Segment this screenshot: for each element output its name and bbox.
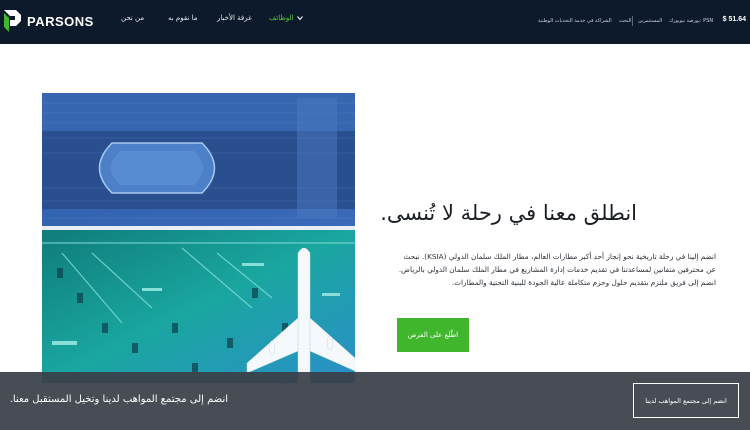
nav-newsroom[interactable]: غرفة الأخبار [217, 14, 252, 22]
investors-link[interactable]: المستثمرين [638, 18, 662, 24]
hero-body: انضم إلينا في رحلة تاريخية نحو إنجاز أحد… [398, 252, 716, 287]
airport-aerial-image [42, 93, 355, 383]
hero-headline: انطلق معنا في رحلة لا تُنسى. [380, 201, 637, 225]
brand-name: PARSONS [27, 13, 94, 29]
join-talent-community-button[interactable]: انضم إلى مجتمع المواهب لدينا [633, 383, 739, 418]
stock-label: بورصة نيويورك: PSN [669, 18, 714, 24]
chevron-down-icon [296, 16, 303, 21]
banner-text: انضم إلى مجتمع المواهب لدينا وتخيل المست… [9, 394, 228, 405]
nav-careers[interactable]: الوظائف [269, 14, 303, 22]
site-header: PARSONS من نحن ما نقوم به غرفة الأخبار ا… [0, 0, 750, 44]
nav-about[interactable]: من نحن [121, 14, 144, 22]
view-opportunities-button[interactable]: اطّلع على الفرص [397, 318, 469, 352]
utility-divider [632, 16, 633, 26]
strategy-link[interactable]: الشراكة في خدمة التحديات الوطنية [538, 18, 612, 24]
parsons-logo-icon [4, 10, 21, 32]
page: PARSONS من نحن ما نقوم به غرفة الأخبار ا… [0, 0, 750, 430]
nav-careers-label: الوظائف [269, 14, 294, 22]
search-link[interactable]: البحث [619, 18, 632, 24]
parsons-logo[interactable]: PARSONS [4, 9, 94, 33]
stock-price: $ 51.64 [722, 16, 746, 23]
nav-what-we-do[interactable]: ما نقوم به [168, 14, 197, 22]
